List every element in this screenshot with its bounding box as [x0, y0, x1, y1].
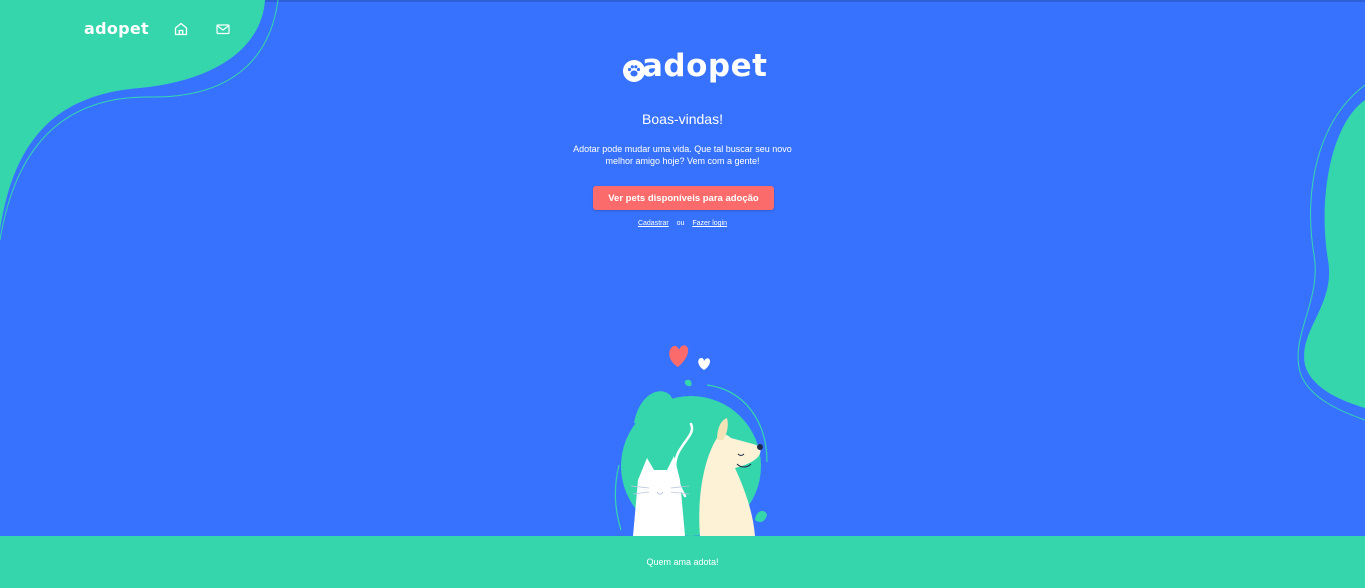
mail-icon	[216, 24, 230, 35]
hero-logo-text: adopet	[642, 48, 768, 84]
cat-dog-illustration	[614, 345, 768, 536]
heart-red-icon	[669, 345, 689, 367]
right-blob	[1304, 100, 1365, 408]
hero-subtitle: Adotar pode mudar uma vida. Que tal busc…	[573, 144, 792, 166]
home-button[interactable]	[172, 20, 190, 38]
home-icon	[174, 22, 188, 36]
login-link[interactable]: Fazer login	[692, 220, 727, 227]
leaf-small	[684, 379, 692, 387]
heart-white-icon	[698, 357, 710, 370]
hero-logo: adopet	[623, 48, 767, 88]
or-text: ou	[676, 220, 685, 227]
nav-logo[interactable]: adopet	[84, 19, 149, 38]
auth-links: Cadastrar ou Fazer login	[0, 220, 1365, 227]
footer-text: Quem ama adota!	[646, 557, 719, 567]
page-title: Boas-vindas!	[642, 111, 723, 127]
green-arc-left	[614, 464, 622, 531]
mail-button[interactable]	[214, 20, 232, 38]
view-pets-button[interactable]: Ver pets disponíveis para adoção	[593, 186, 774, 210]
dog-nose	[757, 444, 763, 450]
register-link[interactable]: Cadastrar	[638, 220, 669, 227]
leaf-right	[755, 510, 767, 523]
